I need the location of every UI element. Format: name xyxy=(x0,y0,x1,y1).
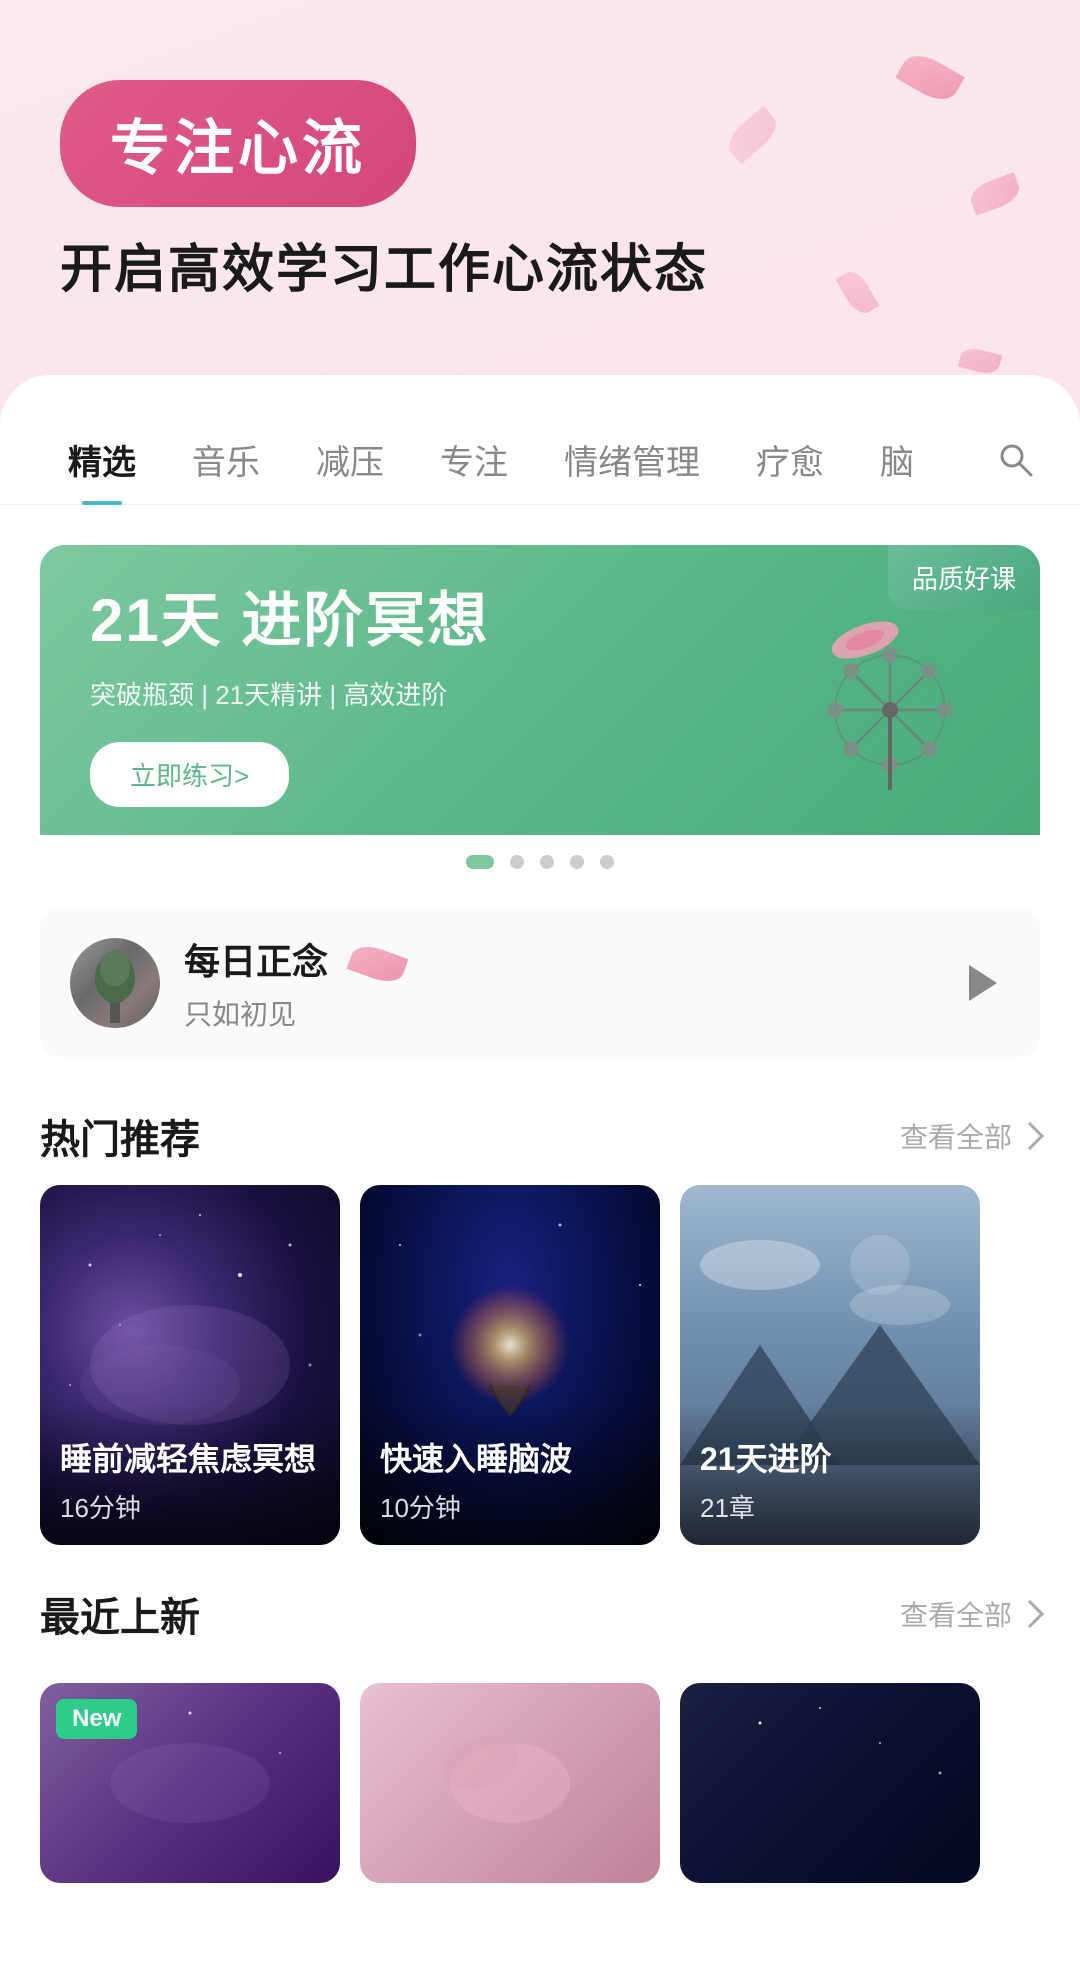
recent-item-3[interactable] xyxy=(680,1683,980,1883)
banner-spinner-art xyxy=(770,580,970,800)
hot-item-1-title: 睡前减轻焦虑冥想 xyxy=(60,1434,320,1480)
hero-section: 专注心流 开启高效学习工作心流状态 xyxy=(0,0,1080,345)
recent-section-header: 最近上新 查看全部 xyxy=(0,1565,1080,1663)
banner-description: 突破瓶颈 | 21天精讲 | 高效进阶 xyxy=(90,675,750,712)
hot-item-3-image: 21天进阶 21章 xyxy=(680,1185,980,1545)
play-icon xyxy=(969,965,997,1001)
petal-inline-decoration xyxy=(347,941,409,988)
search-button[interactable] xyxy=(990,434,1040,484)
recent-section-title: 最近上新 xyxy=(40,1585,200,1643)
tab-zhuanzhu[interactable]: 专注 xyxy=(412,415,536,504)
tree-icon xyxy=(70,938,160,1028)
banner: 品质好课 21天 进阶冥想 突破瓶颈 | 21天精讲 | 高效进阶 立即练习> xyxy=(40,545,1040,835)
hot-item-2-title: 快速入睡脑波 xyxy=(380,1434,640,1480)
recent-item-2[interactable] xyxy=(360,1683,660,1883)
tab-heal[interactable]: 疗愈 xyxy=(728,415,852,504)
banner-dot-3[interactable] xyxy=(540,855,554,869)
hot-item-2-overlay: 快速入睡脑波 10分钟 xyxy=(360,1404,660,1545)
hot-item-1[interactable]: 睡前减轻焦虑冥想 16分钟 xyxy=(40,1185,340,1545)
hot-section-more[interactable]: 查看全部 xyxy=(900,1116,1040,1156)
tab-navigation: 精选 音乐 减压 专注 情绪管理 疗愈 脑 xyxy=(0,415,1080,505)
hot-item-3-title: 21天进阶 xyxy=(700,1434,960,1480)
recent-chevron-right-icon xyxy=(1016,1599,1044,1627)
banner-dot-2[interactable] xyxy=(510,855,524,869)
chevron-right-icon xyxy=(1016,1121,1044,1149)
play-button[interactable] xyxy=(950,953,1010,1013)
new-badge: New xyxy=(56,1699,137,1739)
recent-item-1[interactable]: New xyxy=(40,1683,340,1883)
tab-jingxuan[interactable]: 精选 xyxy=(40,415,164,504)
bottom-spacer xyxy=(0,1883,1080,1983)
tab-emotion[interactable]: 情绪管理 xyxy=(536,415,728,504)
banner-dot-5[interactable] xyxy=(600,855,614,869)
hot-item-3-overlay: 21天进阶 21章 xyxy=(680,1404,980,1545)
hot-item-2-image: 快速入睡脑波 10分钟 xyxy=(360,1185,660,1545)
daily-avatar xyxy=(70,938,160,1028)
banner-dot-4[interactable] xyxy=(570,855,584,869)
hot-item-1-meta: 16分钟 xyxy=(60,1488,320,1525)
hot-section-header: 热门推荐 查看全部 xyxy=(0,1087,1080,1185)
hot-item-3[interactable]: 21天进阶 21章 xyxy=(680,1185,980,1545)
daily-mindfulness-card[interactable]: 每日正念 只如初见 xyxy=(40,909,1040,1057)
banner-cta-button[interactable]: 立即练习> xyxy=(90,742,289,807)
petal-decoration-5 xyxy=(958,345,1002,377)
tab-brain[interactable]: 脑 xyxy=(852,415,942,504)
recent-item-2-art xyxy=(360,1683,660,1883)
hot-section-title: 热门推荐 xyxy=(40,1107,200,1165)
daily-avatar-image xyxy=(70,938,160,1028)
daily-info: 每日正念 只如初见 xyxy=(184,933,926,1033)
banner-text: 21天 进阶冥想 突破瓶颈 | 21天精讲 | 高效进阶 立即练习> xyxy=(90,572,750,807)
recent-item-3-art xyxy=(680,1683,980,1883)
recent-section-more[interactable]: 查看全部 xyxy=(900,1594,1040,1634)
recent-item-3-image xyxy=(680,1683,980,1883)
recent-item-2-image xyxy=(360,1683,660,1883)
hero-badge: 专注心流 xyxy=(60,80,416,207)
tab-music[interactable]: 音乐 xyxy=(164,415,288,504)
recent-new-grid: New xyxy=(0,1663,1080,1883)
banner-image xyxy=(750,570,990,810)
banner-title: 21天 进阶冥想 xyxy=(90,572,750,659)
hot-item-2-meta: 10分钟 xyxy=(380,1488,640,1525)
hot-item-3-meta: 21章 xyxy=(700,1488,960,1525)
main-card: 精选 音乐 减压 专注 情绪管理 疗愈 脑 品质好课 xyxy=(0,375,1080,1983)
banner-pagination xyxy=(40,835,1040,879)
daily-title: 每日正念 xyxy=(184,933,926,985)
hot-item-1-image: 睡前减轻焦虑冥想 16分钟 xyxy=(40,1185,340,1545)
banner-container: 品质好课 21天 进阶冥想 突破瓶颈 | 21天精讲 | 高效进阶 立即练习> xyxy=(40,545,1040,879)
hot-recommendations-grid: 睡前减轻焦虑冥想 16分钟 xyxy=(0,1185,1080,1545)
tab-jianya[interactable]: 减压 xyxy=(288,415,412,504)
hot-item-2[interactable]: 快速入睡脑波 10分钟 xyxy=(360,1185,660,1545)
daily-subtitle: 只如初见 xyxy=(184,993,926,1033)
hero-subtitle: 开启高效学习工作心流状态 xyxy=(60,237,1020,305)
hot-item-1-overlay: 睡前减轻焦虑冥想 16分钟 xyxy=(40,1404,340,1545)
banner-dot-1[interactable] xyxy=(466,855,494,869)
